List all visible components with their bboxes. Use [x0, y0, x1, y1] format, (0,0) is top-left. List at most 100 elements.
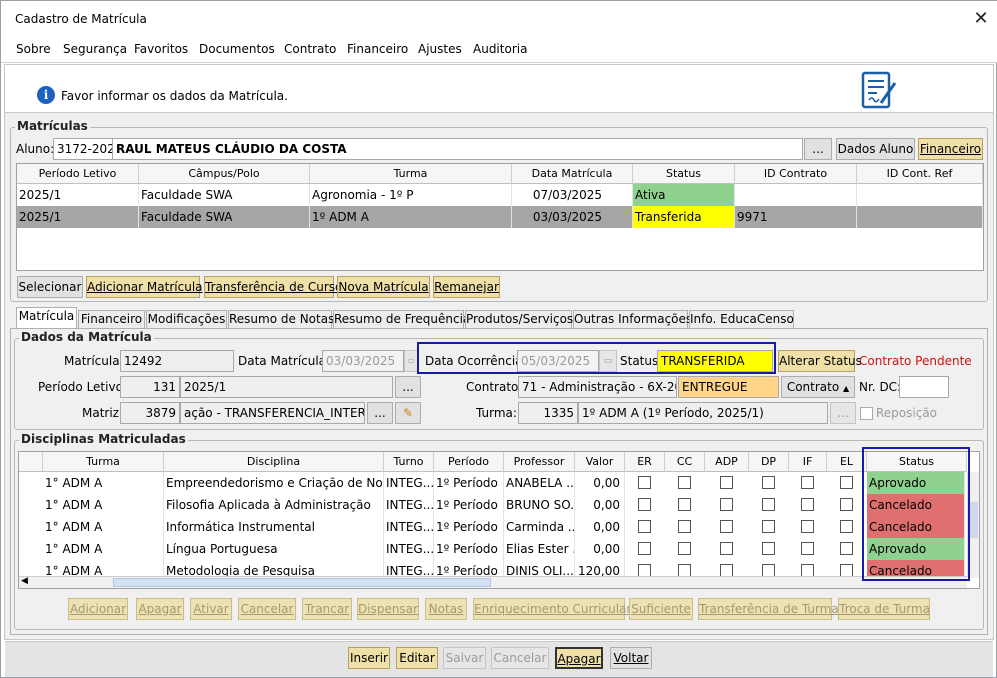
col-campus[interactable]: Câmpus/Polo: [139, 164, 310, 184]
periodo-search-button[interactable]: ...: [395, 376, 421, 398]
status-input[interactable]: TRANSFERIDA: [657, 350, 773, 372]
row-flag-checkbox[interactable]: [840, 520, 853, 533]
menu-documentos[interactable]: Documentos: [199, 42, 275, 56]
row-flag-checkbox[interactable]: [638, 542, 651, 555]
col-contrato[interactable]: ID Contrato: [735, 164, 857, 184]
menu-auditoria[interactable]: Auditoria: [473, 42, 527, 56]
turma-code-input[interactable]: 1335: [518, 402, 578, 424]
scroll-thumb[interactable]: [969, 502, 978, 538]
matricula-input[interactable]: 12492: [120, 350, 234, 372]
row-flag-checkbox[interactable]: [678, 476, 691, 489]
table-row[interactable]: 2025/1 Faculdade SWA Agronomia - 1º P 07…: [17, 184, 983, 206]
nova-matricula-button[interactable]: Nova Matrícula: [337, 276, 430, 298]
calendar-icon[interactable]: ▭: [599, 350, 617, 372]
row-flag-checkbox[interactable]: [678, 520, 691, 533]
disciplina-action-button[interactable]: Troca de Turma: [838, 598, 930, 620]
tab-resumo-frequencia[interactable]: Resumo de Frequência: [333, 310, 470, 329]
matriculas-grid[interactable]: Período Letivo Câmpus/Polo Turma Data Ma…: [16, 163, 984, 271]
matriz-search-button[interactable]: ...: [367, 402, 393, 424]
col-status[interactable]: Status: [633, 164, 735, 184]
disciplina-action-button[interactable]: Adicionar: [68, 598, 128, 620]
scroll-left-icon[interactable]: ◀: [21, 576, 28, 586]
col-cc[interactable]: CC: [665, 452, 705, 472]
disciplina-action-button[interactable]: Enriquecimento Curricular: [473, 598, 631, 620]
contrato-input[interactable]: 71 - Administração - 6X-2025: [518, 376, 677, 398]
col-dp[interactable]: DP: [749, 452, 789, 472]
row-flag-checkbox[interactable]: [720, 520, 733, 533]
col-turma[interactable]: Turma: [310, 164, 512, 184]
row-flag-checkbox[interactable]: [801, 476, 814, 489]
alterar-status-button[interactable]: Alterar Status: [778, 350, 862, 372]
transferencia-curso-button[interactable]: Transferência de Curso: [204, 276, 342, 298]
col-if[interactable]: IF: [789, 452, 827, 472]
col-el[interactable]: EL: [827, 452, 867, 472]
col-er[interactable]: ER: [625, 452, 665, 472]
table-row[interactable]: 1° ADM A Empreendedorismo e Criação de No…: [19, 472, 967, 494]
disciplina-action-button[interactable]: Suficiente: [629, 598, 693, 620]
disciplina-action-button[interactable]: Ativar: [190, 598, 232, 620]
menu-financeiro[interactable]: Financeiro: [347, 42, 408, 56]
disciplina-action-button[interactable]: Dispensar: [357, 598, 419, 620]
row-flag-checkbox[interactable]: [840, 542, 853, 555]
menu-sobre[interactable]: Sobre: [16, 42, 51, 56]
col-professor[interactable]: Professor: [504, 452, 575, 472]
data-matricula-input[interactable]: 03/03/2025: [322, 350, 404, 372]
remanejar-button[interactable]: Remanejar: [433, 276, 500, 298]
row-flag-checkbox[interactable]: [801, 542, 814, 555]
col-data[interactable]: Data Matrícula: [512, 164, 633, 184]
cancelar-button[interactable]: Cancelar: [491, 647, 549, 669]
col-ref[interactable]: ID Cont. Ref: [857, 164, 983, 184]
disciplinas-grid[interactable]: Turma Disciplina Turno Período Professor…: [18, 451, 980, 589]
menu-ajustes[interactable]: Ajustes: [418, 42, 462, 56]
aluno-code-input[interactable]: 3172-2024: [53, 138, 113, 160]
row-flag-checkbox[interactable]: [762, 476, 775, 489]
table-row[interactable]: 1° ADM A Língua Portuguesa INTEG... 1º Perí…: [19, 538, 967, 560]
inserir-button[interactable]: Inserir: [348, 647, 390, 669]
tab-modificacoes[interactable]: Modificações: [146, 310, 227, 329]
table-row[interactable]: 1° ADM A Filosofia Aplicada à Administraç…: [19, 494, 967, 516]
tab-financeiro[interactable]: Financeiro: [78, 310, 145, 329]
matriz-input[interactable]: ação - TRANSFERENCIA_INTERNA: [180, 402, 365, 424]
turma-input[interactable]: 1º ADM A (1º Período, 2025/1): [578, 402, 828, 424]
salvar-button[interactable]: Salvar: [443, 647, 486, 669]
row-flag-checkbox[interactable]: [840, 476, 853, 489]
col-turma[interactable]: Turma: [43, 452, 164, 472]
col-periodo[interactable]: Período: [434, 452, 504, 472]
row-flag-checkbox[interactable]: [638, 520, 651, 533]
row-flag-checkbox[interactable]: [720, 542, 733, 555]
disciplina-action-button[interactable]: Cancelar: [238, 598, 296, 620]
pencil-icon[interactable]: ✎: [395, 402, 421, 424]
disciplina-action-button[interactable]: Trancar: [302, 598, 352, 620]
adicionar-matricula-button[interactable]: Adicionar Matrícula: [86, 276, 203, 298]
nr-dc-input[interactable]: [899, 376, 949, 398]
row-flag-checkbox[interactable]: [678, 542, 691, 555]
horizontal-scrollbar[interactable]: ◀: [19, 576, 967, 588]
tab-educacenso[interactable]: Info. EducaCenso: [689, 310, 794, 329]
financeiro-button[interactable]: Financeiro: [918, 138, 983, 160]
row-flag-checkbox[interactable]: [720, 476, 733, 489]
menu-contrato[interactable]: Contrato: [284, 42, 336, 56]
disciplina-action-button[interactable]: Transferência de Turma: [698, 598, 839, 620]
contrato-dropdown-button[interactable]: Contrato ▲: [781, 376, 855, 398]
reposicao-checkbox[interactable]: [860, 407, 873, 420]
row-flag-checkbox[interactable]: [678, 498, 691, 511]
row-flag-checkbox[interactable]: [638, 498, 651, 511]
menu-favoritos[interactable]: Favoritos: [134, 42, 188, 56]
col-valor[interactable]: Valor: [575, 452, 625, 472]
disciplina-action-button[interactable]: Apagar: [136, 598, 184, 620]
data-ocorrencia-input[interactable]: 05/03/2025: [517, 350, 599, 372]
row-flag-checkbox[interactable]: [801, 498, 814, 511]
tab-produtos[interactable]: Produtos/Serviços: [465, 310, 573, 329]
turma-search-button[interactable]: ...: [830, 402, 856, 424]
row-flag-checkbox[interactable]: [762, 498, 775, 511]
scroll-thumb[interactable]: [113, 578, 491, 587]
close-icon[interactable]: ✕: [969, 7, 993, 31]
menu-seguranca[interactable]: Segurança: [63, 42, 127, 56]
col-disciplina[interactable]: Disciplina: [164, 452, 384, 472]
col-turno[interactable]: Turno: [384, 452, 434, 472]
table-row-selected[interactable]: 2025/1 Faculdade SWA 1º ADM A 03/03/2025…: [17, 206, 983, 228]
editar-button[interactable]: Editar: [396, 647, 438, 669]
tab-matricula[interactable]: Matrícula: [16, 307, 77, 329]
matriz-code-input[interactable]: 3879: [120, 402, 180, 424]
aluno-name-input[interactable]: RAUL MATEUS CLÁUDIO DA COSTA: [112, 138, 803, 160]
